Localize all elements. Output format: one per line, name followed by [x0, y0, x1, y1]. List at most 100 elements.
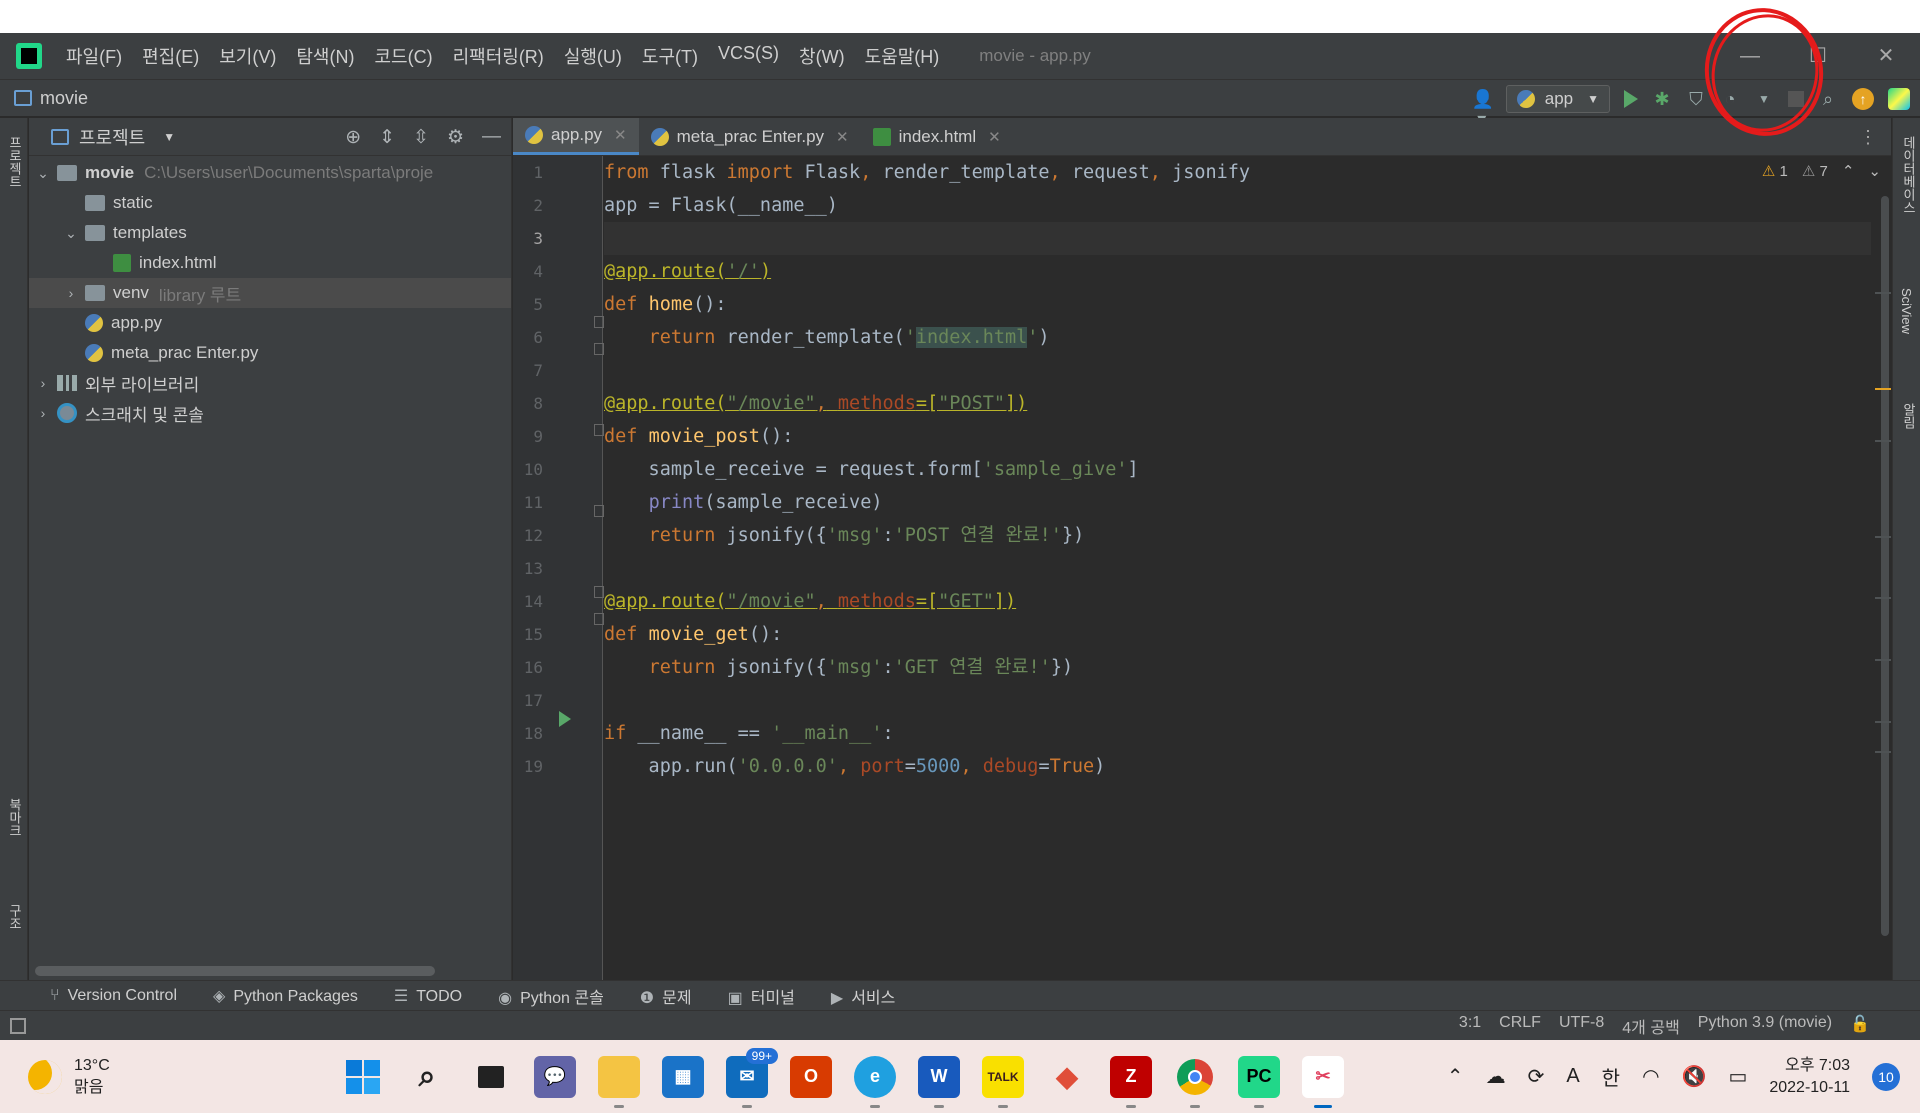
coverage-icon[interactable]: ⛉	[1686, 89, 1706, 109]
menu-help[interactable]: 도움말(H)	[855, 43, 950, 69]
run-config-select[interactable]: app ▼	[1505, 85, 1610, 113]
menu-run[interactable]: 실행(U)	[554, 43, 632, 69]
tree-item-external-libraries[interactable]: › 외부 라이브러리	[29, 368, 511, 398]
file-explorer-icon[interactable]	[598, 1055, 640, 1108]
tool-window-bookmarks[interactable]: 북마크	[5, 798, 24, 837]
project-panel-title[interactable]: 프로젝트	[79, 124, 145, 150]
run-gutter-icon[interactable]	[559, 711, 571, 727]
more-tabs-icon[interactable]: ⋮	[1845, 118, 1891, 155]
update-icon[interactable]: ↑	[1852, 88, 1874, 110]
warning-stripe-mark[interactable]	[1875, 388, 1891, 390]
error-stripe-mark[interactable]	[1875, 751, 1891, 753]
weather-widget[interactable]: 13°C 맑음	[28, 1055, 110, 1099]
line-separator[interactable]: CRLF	[1499, 1014, 1541, 1038]
toggle-tool-windows-icon[interactable]	[10, 1017, 26, 1034]
inspection-widget[interactable]: ⚠ 1 ⚠ 7 ⌃ ⌄	[1762, 162, 1881, 180]
error-stripe-mark[interactable]	[1875, 721, 1891, 723]
sync-icon[interactable]: ⟳	[1528, 1064, 1545, 1089]
tree-item-index-html[interactable]: index.html	[29, 248, 511, 278]
chevron-right-icon[interactable]: ›	[35, 405, 51, 421]
chevron-down-icon[interactable]: ⌄	[35, 165, 51, 182]
indent-setting[interactable]: 4개 공백	[1622, 1014, 1680, 1038]
collapse-all-icon[interactable]: ⇳	[413, 126, 429, 149]
horizontal-scrollbar[interactable]	[35, 966, 435, 976]
menu-view[interactable]: 보기(V)	[209, 43, 286, 69]
tool-window-notifications[interactable]: 알림	[1899, 403, 1918, 429]
tab-meta-prac[interactable]: meta_prac Enter.py ✕	[639, 118, 861, 155]
menu-navigate[interactable]: 탐색(N)	[286, 43, 364, 69]
fold-icon[interactable]	[594, 424, 604, 436]
edge-icon[interactable]: e	[854, 1055, 896, 1108]
lock-icon[interactable]: 🔓	[1850, 1014, 1870, 1038]
interpreter[interactable]: Python 3.9 (movie)	[1698, 1014, 1832, 1038]
chevron-down-icon[interactable]: ▼	[163, 130, 175, 144]
fold-icon[interactable]	[594, 316, 604, 328]
error-stripe-mark[interactable]	[1875, 659, 1891, 661]
vertical-scrollbar[interactable]	[1877, 156, 1891, 980]
error-stripe-mark[interactable]	[1875, 292, 1891, 294]
tool-terminal[interactable]: ▣ 터미널	[728, 984, 795, 1008]
tool-version-control[interactable]: ⑂ Version Control	[50, 987, 177, 1005]
tab-app-py[interactable]: app.py ✕	[513, 118, 639, 155]
chevron-right-icon[interactable]: ›	[35, 375, 51, 391]
chevron-right-icon[interactable]: ›	[63, 285, 79, 301]
menu-tools[interactable]: 도구(T)	[632, 43, 708, 69]
volume-mute-icon[interactable]: 🔇	[1682, 1064, 1707, 1089]
chevron-up-icon[interactable]: ⌃	[1447, 1064, 1464, 1089]
tree-item-venv[interactable]: › venv library 루트	[29, 278, 511, 308]
code-content[interactable]: from flask import Flask, render_template…	[604, 156, 1871, 980]
fold-icon[interactable]	[594, 586, 604, 598]
close-icon[interactable]: ✕	[1852, 33, 1920, 79]
fold-icon[interactable]	[594, 343, 604, 355]
store-icon[interactable]: ▦	[662, 1055, 704, 1098]
task-view-icon[interactable]	[470, 1056, 512, 1098]
git-icon[interactable]: ◆	[1046, 1056, 1088, 1098]
onedrive-icon[interactable]: ☁	[1486, 1064, 1506, 1089]
battery-icon[interactable]: ▭	[1728, 1064, 1747, 1089]
jetbrains-icon[interactable]	[1888, 88, 1910, 110]
tool-window-project[interactable]: 프로젝트	[5, 136, 24, 188]
tree-item-templates[interactable]: ⌄ templates	[29, 218, 511, 248]
chrome-icon[interactable]	[1174, 1056, 1216, 1108]
fold-icon[interactable]	[594, 613, 604, 625]
menu-edit[interactable]: 편집(E)	[132, 43, 209, 69]
gear-icon[interactable]: ⚙	[447, 126, 464, 149]
close-icon[interactable]: ✕	[614, 126, 627, 144]
menu-code[interactable]: 코드(C)	[364, 43, 442, 69]
mail-icon[interactable]: ✉ 99+	[726, 1047, 778, 1108]
error-stripe-mark[interactable]	[1875, 440, 1891, 442]
search-icon[interactable]: ⌕	[1818, 89, 1838, 109]
close-icon[interactable]: ✕	[988, 128, 1001, 146]
start-icon[interactable]	[342, 1056, 384, 1098]
chevron-up-icon[interactable]: ⌃	[1842, 162, 1855, 180]
locate-icon[interactable]: ⊕	[345, 126, 361, 149]
snipping-tool-icon[interactable]: ✂	[1302, 1055, 1344, 1108]
word-icon[interactable]: W	[918, 1055, 960, 1108]
tool-problems[interactable]: ❶ 문제	[640, 984, 692, 1008]
clock[interactable]: 오후 7:03 2022-10-11	[1769, 1055, 1850, 1099]
tool-python-packages[interactable]: ◈ Python Packages	[213, 986, 358, 1006]
tool-window-database[interactable]: 데이터베이스	[1899, 136, 1918, 214]
debug-icon[interactable]: ✱	[1652, 89, 1672, 109]
expand-all-icon[interactable]: ⇕	[379, 126, 395, 149]
menu-refactor[interactable]: 리팩터링(R)	[443, 43, 554, 69]
menu-window[interactable]: 창(W)	[789, 43, 855, 69]
input-language[interactable]: 한	[1602, 1062, 1620, 1091]
filezilla-icon[interactable]: Z	[1110, 1055, 1152, 1108]
fold-icon[interactable]	[594, 505, 604, 517]
kakaotalk-icon[interactable]: TALK	[982, 1055, 1024, 1108]
notification-badge[interactable]: 10	[1872, 1062, 1900, 1091]
tool-python-console[interactable]: ◉ Python 콘솔	[498, 984, 604, 1008]
warning-count[interactable]: ⚠ 1	[1762, 162, 1788, 180]
error-stripe-mark[interactable]	[1875, 597, 1891, 599]
account-icon[interactable]: 👤▾	[1472, 89, 1494, 129]
hide-icon[interactable]: —	[482, 126, 501, 148]
tree-item-meta-prac[interactable]: meta_prac Enter.py	[29, 338, 511, 368]
tool-window-structure[interactable]: 구조	[5, 904, 24, 930]
tool-services[interactable]: ▶ 서비스	[831, 984, 895, 1008]
office-icon[interactable]: O	[790, 1055, 832, 1098]
tree-item-movie[interactable]: ⌄ movie C:\Users\user\Documents\sparta\p…	[29, 158, 511, 188]
tree-item-static[interactable]: static	[29, 188, 511, 218]
breadcrumb-project[interactable]: movie	[40, 88, 88, 109]
tool-window-sciview[interactable]: SciView	[1899, 288, 1914, 334]
